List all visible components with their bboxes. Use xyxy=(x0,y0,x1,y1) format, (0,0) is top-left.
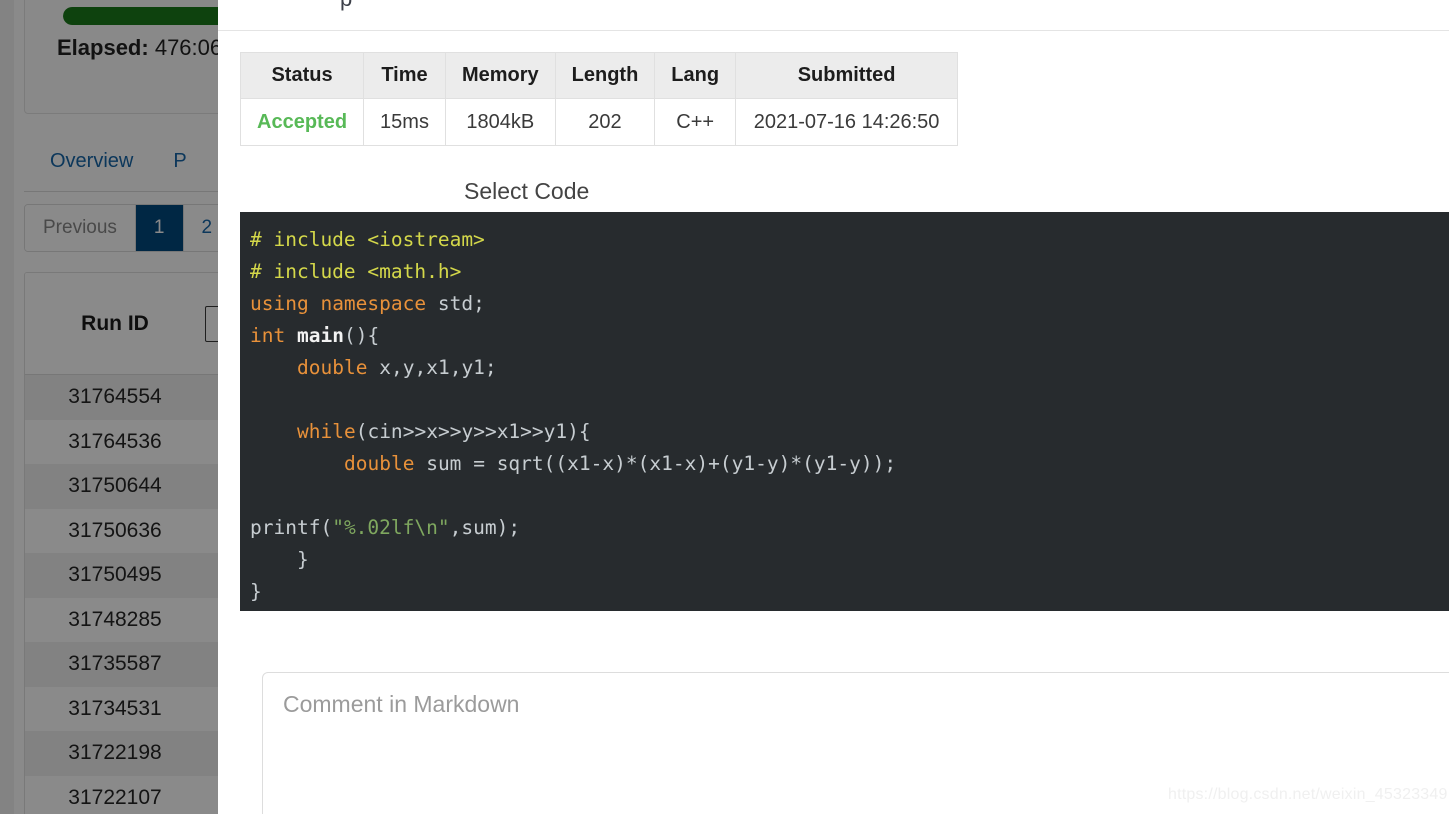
cell-run-id: 31764536 xyxy=(68,429,162,453)
elapsed-value: 476:06 xyxy=(154,35,223,60)
tab-problems[interactable]: P xyxy=(173,150,186,173)
submission-result-body: Accepted 15ms 1804kB 202 C++ 2021-07-16 … xyxy=(239,98,959,146)
pagination-page-1[interactable]: 1 xyxy=(135,205,184,251)
tab-overview[interactable]: Overview xyxy=(50,150,133,173)
col-lang: Lang xyxy=(654,52,737,99)
elapsed-time-line: Elapsed: 476:06 xyxy=(57,35,222,61)
comment-placeholder: Comment in Markdown xyxy=(283,691,520,717)
elapsed-label: Elapsed: xyxy=(57,35,149,60)
submission-detail-modal: p Status Time Memory Length Lang Submitt… xyxy=(218,0,1449,814)
cell-run-id: 31722107 xyxy=(68,785,162,809)
cell-run-id: 31750644 xyxy=(68,474,162,498)
col-length: Length xyxy=(554,52,656,99)
pagination: Previous 1 2 xyxy=(24,204,233,252)
cell-memory: 1804kB xyxy=(444,98,556,146)
cell-run-id: 31748285 xyxy=(68,607,162,631)
cell-run-id: 31735587 xyxy=(68,652,162,676)
modal-header-divider xyxy=(218,30,1449,31)
cell-run-id: 31764554 xyxy=(68,385,162,409)
status-badge: Accepted xyxy=(239,98,365,146)
table-header-row: Status Time Memory Length Lang Submitted xyxy=(239,52,959,99)
pagination-previous[interactable]: Previous xyxy=(25,205,136,251)
source-code-text: # include <iostream> # include <math.h> … xyxy=(250,228,897,603)
table-row: Accepted 15ms 1804kB 202 C++ 2021-07-16 … xyxy=(239,98,959,146)
cell-time: 15ms xyxy=(363,98,446,146)
modal-title: p xyxy=(340,0,352,12)
submission-result-head: Status Time Memory Length Lang Submitted xyxy=(239,52,959,99)
col-time: Time xyxy=(363,52,446,99)
cell-run-id: 31734531 xyxy=(68,696,162,720)
select-code-label: Select Code xyxy=(464,178,590,204)
col-status: Status xyxy=(239,52,365,99)
submission-result-table: Status Time Memory Length Lang Submitted… xyxy=(239,52,959,146)
source-code-block[interactable]: # include <iostream> # include <math.h> … xyxy=(240,212,1449,611)
col-submitted: Submitted xyxy=(735,52,959,99)
cell-run-id: 31750636 xyxy=(68,518,162,542)
cell-lang: C++ xyxy=(654,98,737,146)
cell-submitted: 2021-07-16 14:26:50 xyxy=(735,98,959,146)
col-memory: Memory xyxy=(444,52,556,99)
cell-length: 202 xyxy=(554,98,656,146)
cell-run-id: 31722198 xyxy=(68,741,162,765)
watermark: https://blog.csdn.net/weixin_45323349 xyxy=(1168,786,1448,803)
page-left-gutter xyxy=(0,0,14,814)
cell-run-id: 31750495 xyxy=(68,563,162,587)
runs-table-header-run-id: Run ID xyxy=(81,311,149,335)
